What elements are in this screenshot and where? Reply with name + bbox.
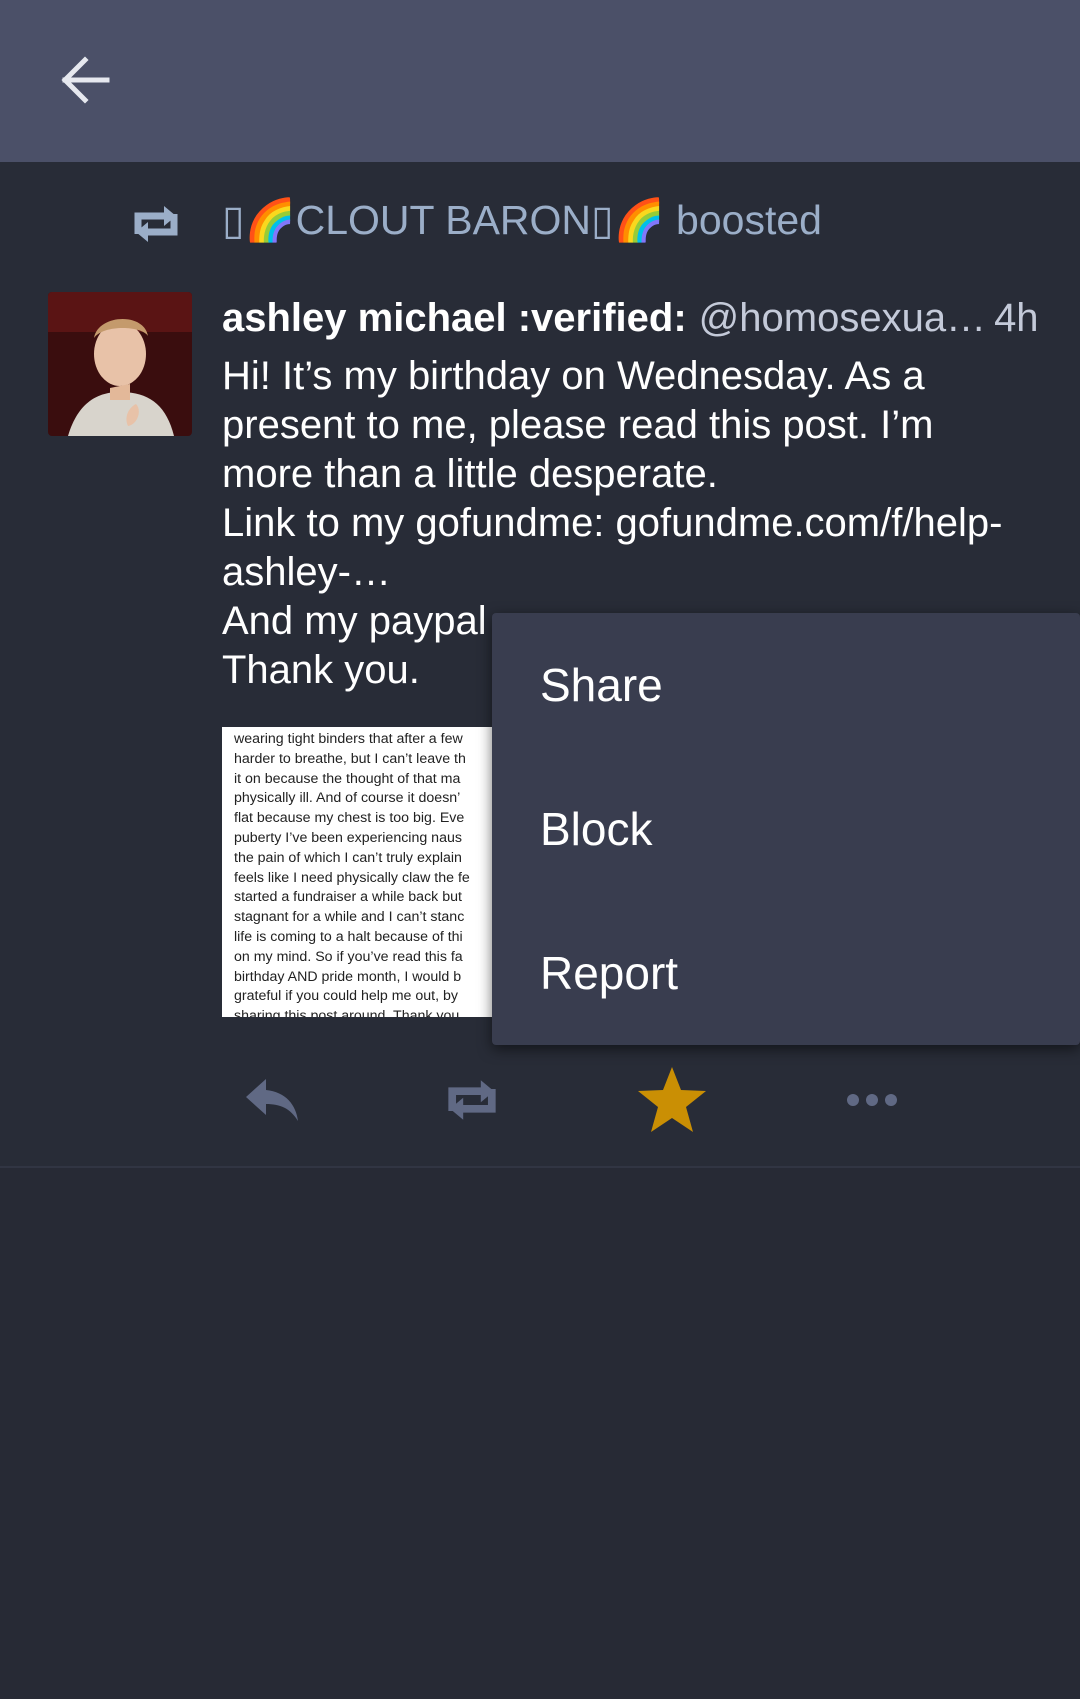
booster-name[interactable]: ▯🌈CLOUT BARON▯🌈 <box>222 197 665 243</box>
boost-button[interactable] <box>422 1050 522 1150</box>
status-paragraph: Hi! It’s my birthday on Wednesday. As a … <box>222 354 934 496</box>
avatar-image <box>48 292 192 436</box>
menu-item-share[interactable]: Share <box>492 613 1080 757</box>
boost-prepend: ▯🌈CLOUT BARON▯🌈 boosted <box>0 190 1080 260</box>
menu-item-report[interactable]: Report <box>492 901 1080 1045</box>
status-action-bar <box>222 1050 1022 1150</box>
timestamp: 4h <box>994 295 1039 340</box>
display-name[interactable]: ashley michael :verified: <box>222 296 687 341</box>
more-icon <box>847 1094 897 1106</box>
star-icon <box>638 1067 706 1132</box>
account-handle[interactable]: @homosexua… <box>699 296 986 341</box>
avatar[interactable] <box>48 292 192 436</box>
menu-item-block[interactable]: Block <box>492 757 1080 901</box>
favourite-button[interactable] <box>622 1050 722 1150</box>
boost-icon <box>448 1080 496 1120</box>
status-header[interactable]: ashley michael :verified: @homosexua… 4h <box>222 288 1042 348</box>
more-button[interactable] <box>822 1050 922 1150</box>
status-link-line[interactable]: Link to my gofundme: gofundme.com/f/help… <box>222 499 1022 597</box>
boosted-label: boosted <box>676 197 822 243</box>
back-button[interactable] <box>50 50 120 110</box>
boost-text[interactable]: ▯🌈CLOUT BARON▯🌈 boosted <box>222 196 822 245</box>
arrow-left-icon <box>61 56 110 104</box>
reply-button[interactable] <box>222 1050 322 1150</box>
overflow-menu: Share Block Report <box>492 613 1080 1045</box>
boost-icon <box>134 206 178 242</box>
reply-icon <box>246 1079 298 1121</box>
app-bar <box>0 0 1080 162</box>
